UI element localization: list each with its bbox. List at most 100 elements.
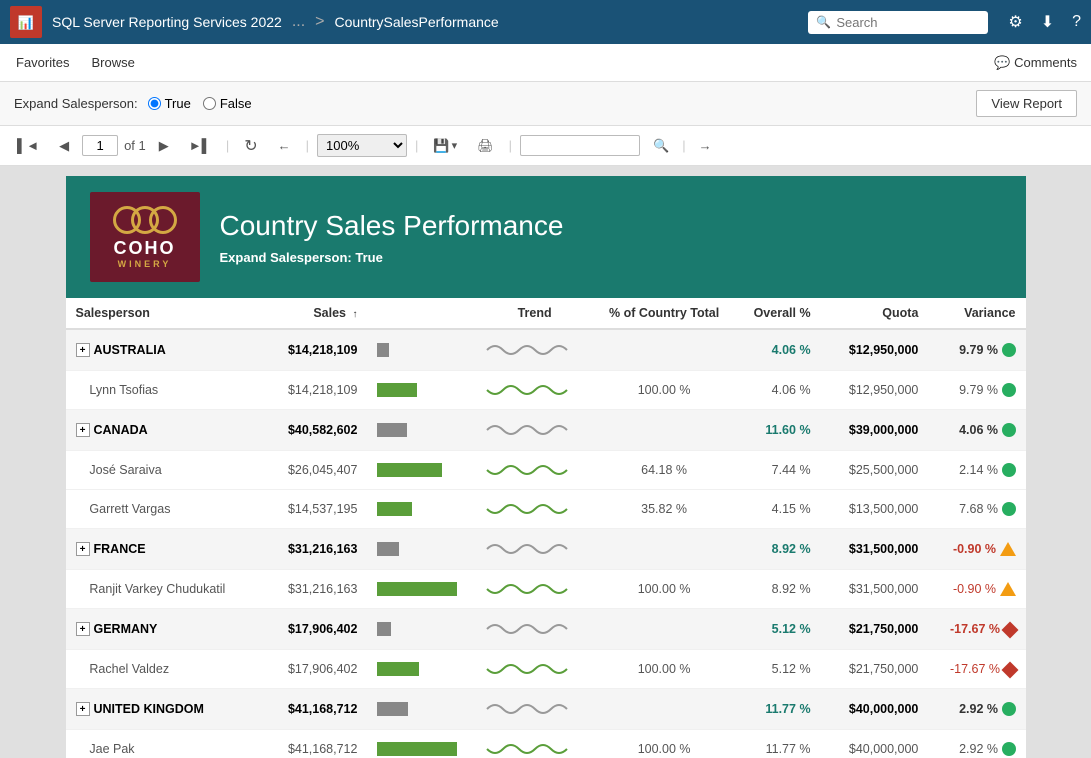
bar-cell: [367, 490, 475, 529]
option-false[interactable]: False: [203, 96, 252, 111]
view-report-button[interactable]: View Report: [976, 90, 1077, 117]
salesperson-name: Rachel Valdez: [66, 650, 239, 689]
search-input[interactable]: [808, 11, 988, 34]
nav-browse[interactable]: Browse: [89, 47, 136, 78]
report-main-title: Country Sales Performance: [220, 210, 564, 242]
sales-value: $40,582,602: [238, 410, 367, 451]
nav-favorites[interactable]: Favorites: [14, 47, 71, 78]
sales-value: $31,216,163: [238, 529, 367, 570]
download-icon[interactable]: ⬇: [1041, 12, 1054, 32]
settings-icon[interactable]: ⚙: [1008, 12, 1022, 32]
trend-cell: [475, 570, 594, 609]
table-row: Garrett Vargas $14,537,195 35.82 % 4.15 …: [66, 490, 1026, 529]
report-header: COHO WINERY Country Sales Performance Ex…: [66, 176, 1026, 298]
sales-value: $14,537,195: [238, 490, 367, 529]
country-pct-cell: [594, 529, 734, 570]
subtitle-label: Expand Salesperson:: [220, 250, 352, 265]
country-row: +FRANCE $31,216,163 8.92 % $31,500,000 -…: [66, 529, 1026, 570]
country-pct-cell: 100.00 %: [594, 650, 734, 689]
breadcrumb-sep: >: [315, 13, 324, 31]
logo-circle-3: [149, 206, 177, 234]
country-pct-cell: 35.82 %: [594, 490, 734, 529]
overall-pct-cell: 8.92 %: [734, 570, 820, 609]
find-sep: |: [682, 138, 685, 153]
quota-cell: $12,950,000: [821, 371, 929, 410]
country-name[interactable]: +AUSTRALIA: [66, 329, 239, 371]
country-name[interactable]: +CANADA: [66, 410, 239, 451]
find-next-button[interactable]: →: [692, 134, 719, 157]
country-pct-cell: 100.00 %: [594, 570, 734, 609]
next-page-button[interactable]: ▶: [152, 134, 176, 158]
country-name[interactable]: +UNITED KINGDOM: [66, 689, 239, 730]
quota-cell: $31,500,000: [821, 570, 929, 609]
trend-cell: [475, 451, 594, 490]
th-variance: Variance: [928, 298, 1025, 329]
top-bar: 📊 SQL Server Reporting Services 2022 ...…: [0, 0, 1091, 44]
variance-cell: -17.67 %: [928, 650, 1025, 689]
status-indicator: [1000, 542, 1016, 556]
country-pct-cell: [594, 410, 734, 451]
country-pct-cell: 100.00 %: [594, 730, 734, 758]
quota-cell: $21,750,000: [821, 609, 929, 650]
page-input[interactable]: [82, 135, 118, 156]
th-quota: Quota: [821, 298, 929, 329]
th-trend: Trend: [475, 298, 594, 329]
salesperson-name: Lynn Tsofias: [66, 371, 239, 410]
trend-cell: [475, 410, 594, 451]
variance-cell: 2.14 %: [928, 451, 1025, 490]
find-prev-button[interactable]: 🔍: [646, 134, 676, 158]
country-name[interactable]: +GERMANY: [66, 609, 239, 650]
option-true[interactable]: True: [148, 96, 191, 111]
variance-cell: -17.67 %: [928, 609, 1025, 650]
print-button[interactable]: 🖨: [470, 134, 501, 158]
bar-cell: [367, 529, 475, 570]
quota-cell: $39,000,000: [821, 410, 929, 451]
country-pct-cell: [594, 329, 734, 371]
zoom-select[interactable]: 100% 75% 50% 150% 200%: [317, 134, 407, 157]
trend-cell: [475, 329, 594, 371]
status-indicator: [1002, 383, 1016, 397]
prev-page-button[interactable]: ◀: [52, 134, 76, 158]
country-pct-cell: [594, 609, 734, 650]
export-button[interactable]: 💾 ▾: [426, 134, 464, 158]
report-content: COHO WINERY Country Sales Performance Ex…: [66, 176, 1026, 758]
search-wrap: 🔍: [808, 11, 988, 34]
trend-cell: [475, 689, 594, 730]
param-label: Expand Salesperson:: [14, 96, 138, 111]
bar-cell: [367, 730, 475, 758]
overall-pct-cell: 4.06 %: [734, 329, 820, 371]
quota-cell: $13,500,000: [821, 490, 929, 529]
radio-true[interactable]: [148, 97, 161, 110]
sort-icon[interactable]: ↑: [352, 309, 357, 320]
overall-pct-cell: 8.92 %: [734, 529, 820, 570]
expand-icon[interactable]: +: [76, 622, 90, 636]
expand-icon[interactable]: +: [76, 343, 90, 357]
expand-icon[interactable]: +: [76, 702, 90, 716]
sep3: |: [415, 138, 418, 153]
status-indicator: [1002, 423, 1016, 437]
refresh-button[interactable]: ↻: [237, 132, 264, 160]
country-row: +CANADA $40,582,602 11.60 % $39,000,000 …: [66, 410, 1026, 451]
bar-cell: [367, 650, 475, 689]
overall-pct-cell: 4.15 %: [734, 490, 820, 529]
comments-button[interactable]: 💬 Comments: [994, 55, 1077, 71]
expand-icon[interactable]: +: [76, 423, 90, 437]
first-page-button[interactable]: ▌◄: [10, 134, 46, 157]
bar-cell: [367, 410, 475, 451]
svg-text:📊: 📊: [18, 15, 34, 30]
last-page-button[interactable]: ►▌: [182, 134, 218, 157]
find-input[interactable]: [520, 135, 640, 156]
overall-pct-cell: 5.12 %: [734, 609, 820, 650]
app-logo: 📊: [10, 6, 42, 38]
expand-icon[interactable]: +: [76, 542, 90, 556]
quota-cell: $12,950,000: [821, 329, 929, 371]
back-button[interactable]: ←: [271, 134, 298, 157]
status-indicator: [1002, 343, 1016, 357]
country-name[interactable]: +FRANCE: [66, 529, 239, 570]
status-indicator: [1002, 502, 1016, 516]
table-body: +AUSTRALIA $14,218,109 4.06 % $12,950,00…: [66, 329, 1026, 758]
table-header-row: Salesperson Sales ↑ Trend % of Country T…: [66, 298, 1026, 329]
help-icon[interactable]: ?: [1072, 13, 1081, 31]
trend-cell: [475, 650, 594, 689]
radio-false[interactable]: [203, 97, 216, 110]
